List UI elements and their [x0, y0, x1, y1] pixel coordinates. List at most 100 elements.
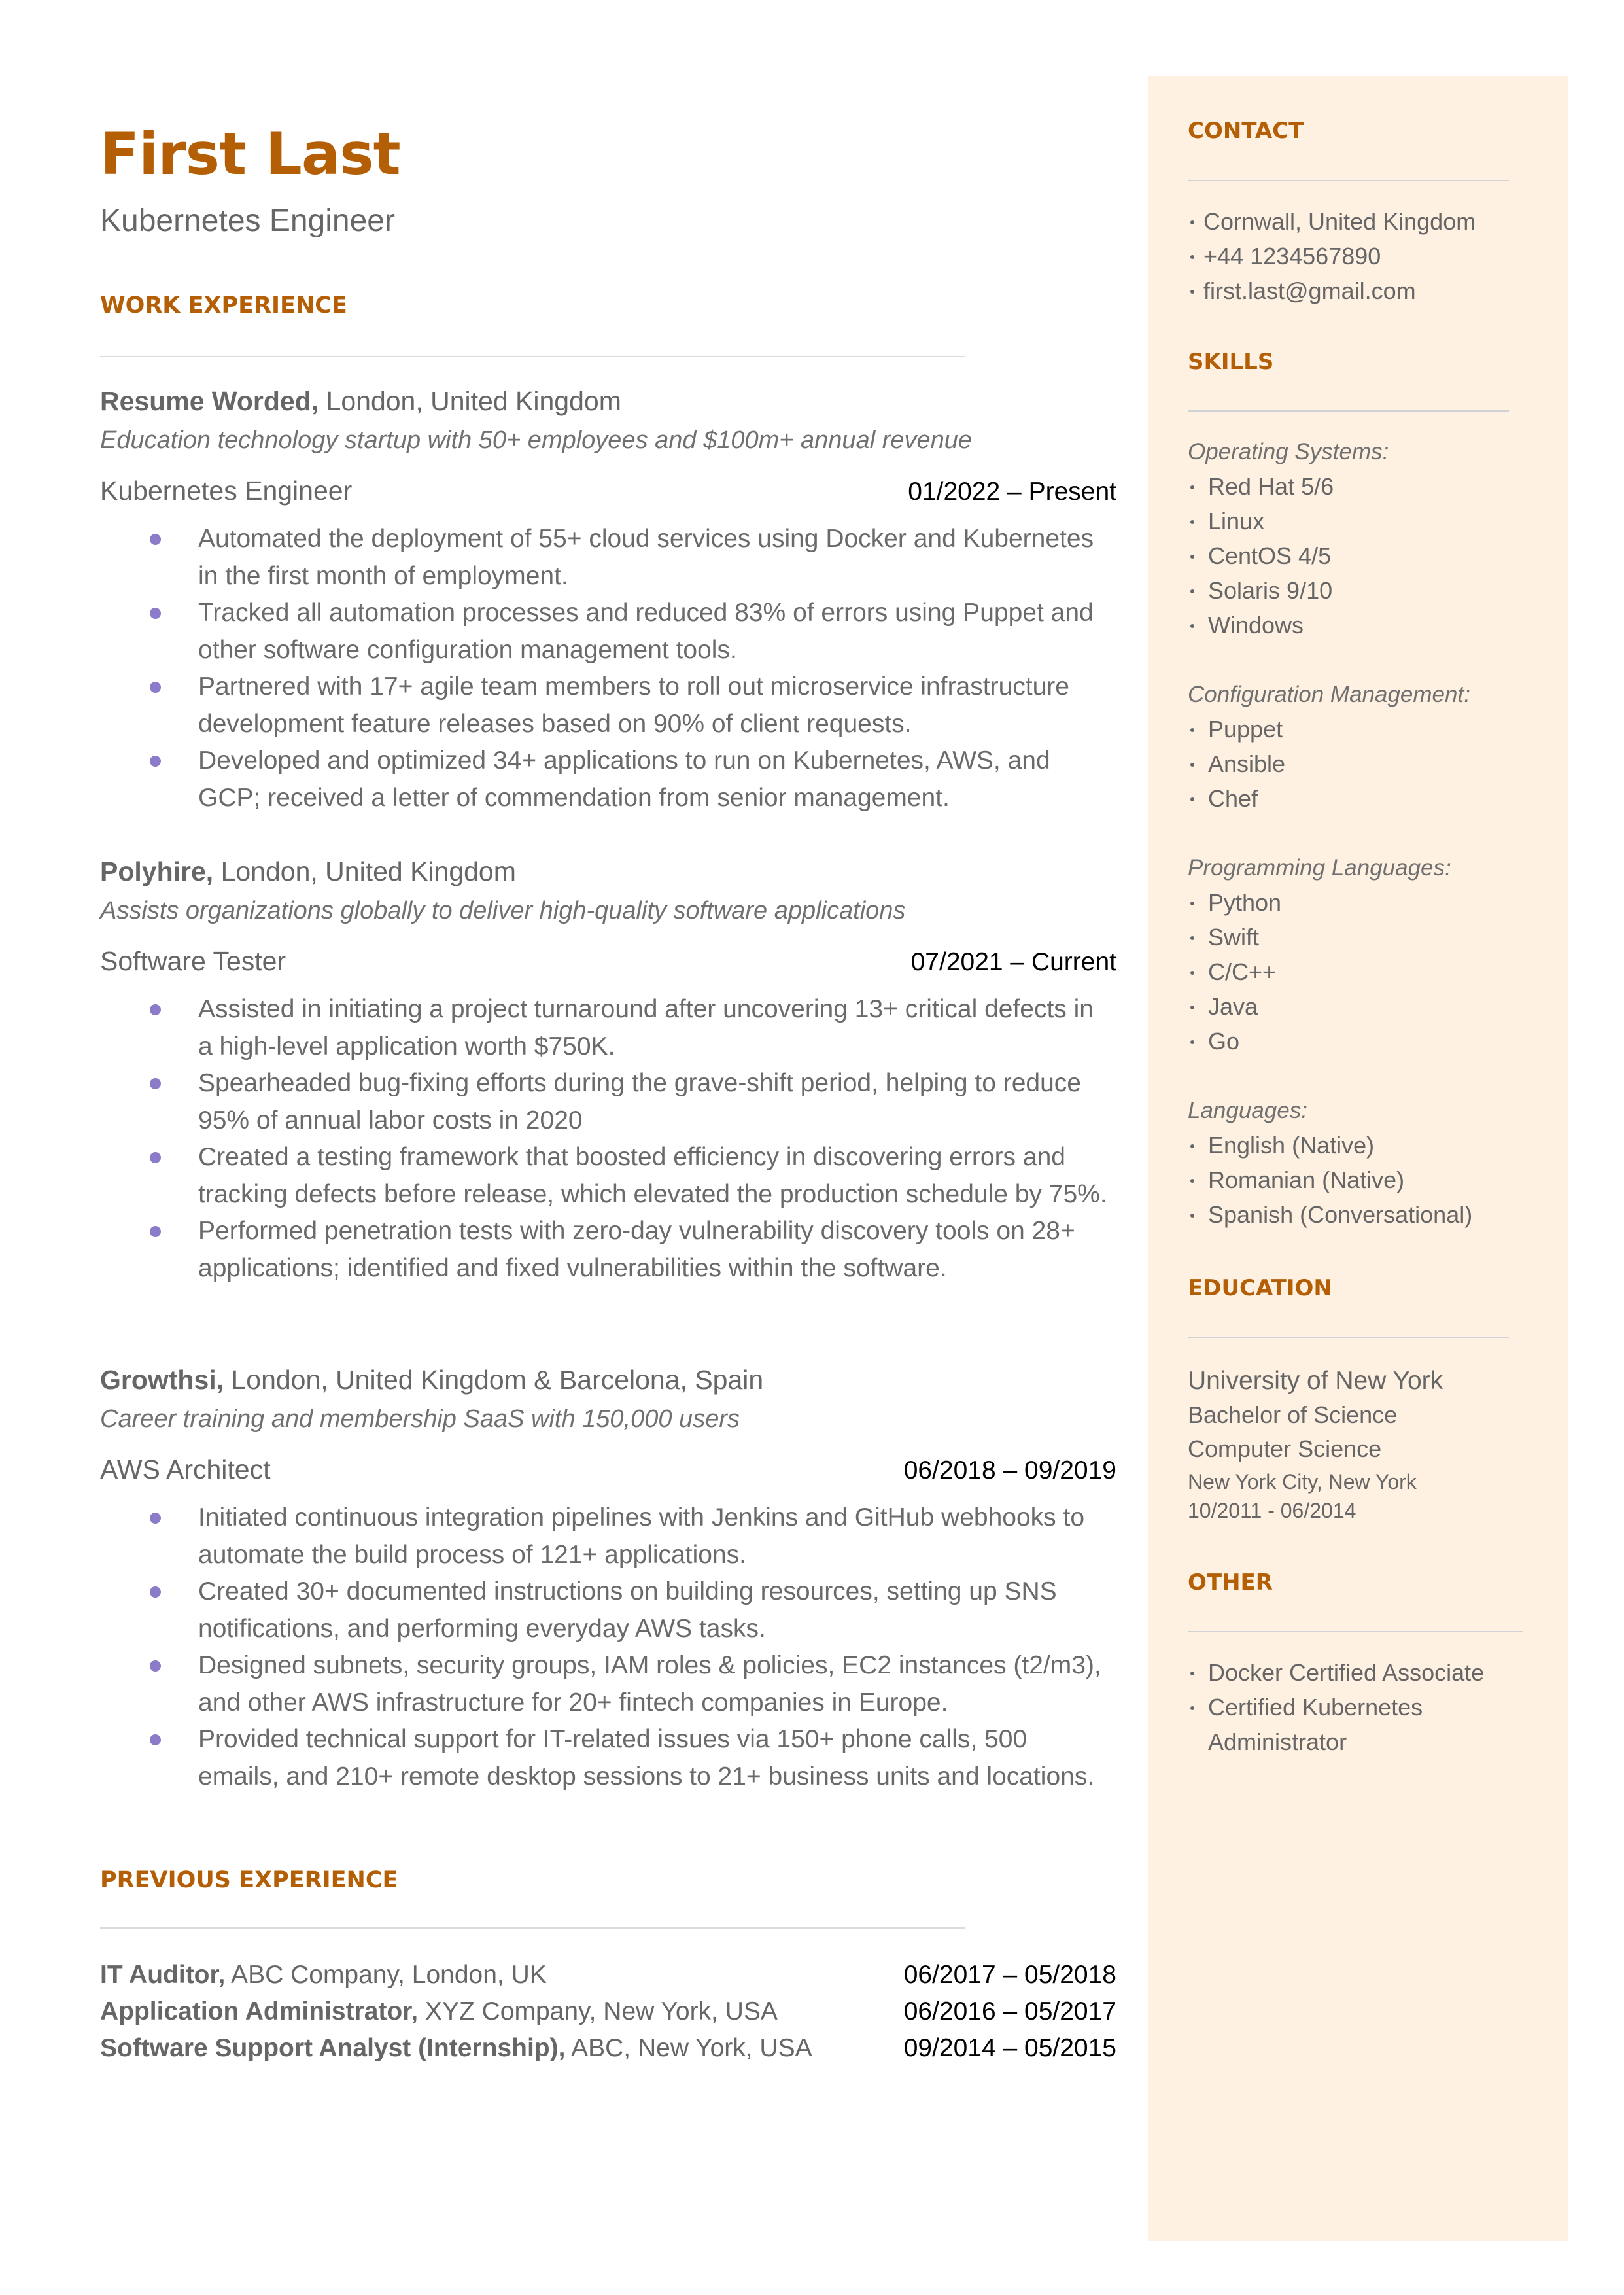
- skill-group: Programming Languages: Python Swift C/C++ Ja…: [1188, 850, 1554, 1059]
- bullet-item: Tracked all automation processes and red…: [100, 595, 1114, 669]
- bullet-item: Created 30+ documented instructions on b…: [100, 1573, 1114, 1647]
- previous-role-row: IT Auditor, ABC Company, London, UK 06/2…: [100, 1957, 1116, 1993]
- bullet-text: Assisted in initiating a project turnaro…: [198, 995, 1094, 1060]
- skill-item: CentOS 4/5: [1188, 538, 1554, 573]
- bullet-dot-icon: [1190, 902, 1194, 905]
- role-row: AWS Architect 06/2018 – 09/2019: [100, 1451, 1116, 1488]
- previous-role: Software Support Analyst (Internship), A…: [100, 2030, 812, 2067]
- education-section: University of New York Bachelor of Scien…: [1188, 1364, 1554, 1526]
- bullet-dot-icon: [1190, 290, 1194, 294]
- contact-location: Cornwall, United Kingdom: [1188, 204, 1554, 239]
- company-location: London, United Kingdom: [213, 856, 516, 886]
- bullet-dot-icon: [150, 682, 161, 693]
- skill-item-text: Solaris 9/10: [1208, 577, 1333, 604]
- other-divider: [1188, 1631, 1523, 1632]
- work-experience-divider: [100, 356, 965, 357]
- bullet-dot-icon: [150, 1660, 161, 1672]
- bullet-item: Spearheaded bug-fixing efforts during th…: [100, 1065, 1114, 1139]
- previous-role-dates: 09/2014 – 05/2015: [903, 2034, 1116, 2062]
- skill-item-text: Linux: [1208, 508, 1265, 534]
- bullet-dot-icon: [1190, 520, 1194, 524]
- previous-experience-divider: [100, 1927, 965, 1929]
- contact-email-link[interactable]: first.last@gmail.com: [1203, 277, 1416, 304]
- company-name: Growthsi,: [100, 1365, 224, 1395]
- company-line: Growthsi, London, United Kingdom & Barce…: [100, 1363, 1116, 1396]
- bullet-dot-icon: [150, 1513, 161, 1524]
- job-role: Kubernetes Engineer: [100, 476, 353, 506]
- bullet-dot-icon: [150, 1078, 161, 1089]
- job-entry: Polyhire, London, United Kingdom Assists…: [100, 855, 1116, 1287]
- education-heading: EDUCATION: [1188, 1275, 1332, 1301]
- bullet-dot-icon: [1190, 797, 1194, 801]
- previous-role-org: XYZ Company, New York, USA: [418, 1997, 778, 2025]
- bullet-dot-icon: [1190, 1214, 1194, 1218]
- skill-item: Romanian (Native): [1188, 1163, 1554, 1197]
- contact-divider: [1188, 180, 1509, 181]
- candidate-name: First Last: [100, 120, 401, 188]
- bullet-dot-icon: [1190, 1179, 1194, 1183]
- contact-heading: CONTACT: [1188, 118, 1304, 144]
- other-item-text: Docker Certified Associate: [1208, 1659, 1485, 1686]
- skill-item: Windows: [1188, 608, 1554, 642]
- bullet-dot-icon: [150, 534, 161, 545]
- previous-role-org: ABC Company, London, UK: [225, 1961, 547, 1989]
- contact-phone[interactable]: +44 1234567890: [1188, 239, 1554, 273]
- company-name: Resume Worded,: [100, 386, 319, 416]
- bullet-text: Automated the deployment of 55+ cloud se…: [198, 525, 1094, 590]
- skill-item: Spanish (Conversational): [1188, 1197, 1554, 1232]
- skill-item: Chef: [1188, 781, 1554, 816]
- bullet-text: Provided technical support for IT-relate…: [198, 1725, 1095, 1791]
- bullet-dot-icon: [1190, 1672, 1194, 1675]
- education-divider: [1188, 1337, 1509, 1338]
- previous-role-title: IT Auditor,: [100, 1961, 226, 1989]
- skill-item: Red Hat 5/6: [1188, 469, 1554, 504]
- skill-group: Operating Systems: Red Hat 5/6 Linux CentOS…: [1188, 434, 1554, 642]
- skill-list: Python Swift C/C++ Java Go: [1188, 885, 1554, 1059]
- skill-item-text: Romanian (Native): [1208, 1166, 1405, 1193]
- bullet-text: Spearheaded bug-fixing efforts during th…: [198, 1069, 1081, 1134]
- company-description: Education technology startup with 50+ em…: [100, 427, 973, 454]
- skill-category: Operating Systems:: [1188, 439, 1389, 464]
- bullet-text: Created 30+ documented instructions on b…: [198, 1577, 1057, 1643]
- company-line: Resume Worded, London, United Kingdom: [100, 385, 1116, 417]
- skill-item: Python: [1188, 885, 1554, 920]
- skill-list: Red Hat 5/6 Linux CentOS 4/5 Solaris 9/10 Wi…: [1188, 469, 1554, 642]
- education-dates: 10/2011 - 06/2014: [1188, 1499, 1356, 1522]
- other-heading: OTHER: [1188, 1569, 1273, 1596]
- skill-item: Puppet: [1188, 712, 1554, 746]
- skill-item-text: Puppet: [1208, 716, 1283, 743]
- job-role: Software Tester: [100, 946, 286, 976]
- company-location: London, United Kingdom & Barcelona, Spai…: [224, 1365, 764, 1395]
- skill-category: Configuration Management:: [1188, 682, 1470, 707]
- other-item: Docker Certified Associate: [1188, 1655, 1502, 1690]
- skill-item-text: C/C++: [1208, 958, 1277, 985]
- bullet-item: Developed and optimized 34+ applications…: [100, 743, 1114, 816]
- bullet-text: Performed penetration tests with zero-da…: [198, 1217, 1075, 1282]
- bullet-dot-icon: [150, 1586, 161, 1598]
- bullet-dot-icon: [150, 1226, 161, 1237]
- education-school: University of New York: [1188, 1367, 1443, 1395]
- skill-item: Linux: [1188, 504, 1554, 538]
- bullet-dot-icon: [1190, 1706, 1194, 1710]
- work-experience-heading: WORK EXPERIENCE: [100, 292, 347, 319]
- previous-role-dates: 06/2017 – 05/2018: [903, 1961, 1116, 1989]
- company-description: Assists organizations globally to delive…: [100, 897, 906, 924]
- previous-role-org: ABC, New York, USA: [565, 2034, 812, 2062]
- job-dates: 06/2018 – 09/2019: [903, 1456, 1116, 1484]
- bullet-dot-icon: [1190, 624, 1194, 628]
- contact-email[interactable]: first.last@gmail.com: [1188, 273, 1554, 308]
- contact-section: Cornwall, United Kingdom +44 1234567890 …: [1188, 204, 1554, 308]
- skill-list: Puppet Ansible Chef: [1188, 712, 1554, 816]
- skill-item-text: Swift: [1208, 924, 1260, 951]
- bullet-dot-icon: [1190, 1144, 1194, 1148]
- job-entry: Growthsi, London, United Kingdom & Barce…: [100, 1363, 1116, 1795]
- job-dates: 07/2021 – Current: [910, 948, 1116, 976]
- skill-item-text: Python: [1208, 889, 1282, 916]
- bullet-dot-icon: [150, 756, 161, 767]
- education-degree: Bachelor of Science: [1188, 1401, 1398, 1428]
- skill-item-text: CentOS 4/5: [1208, 542, 1332, 569]
- company-location: London, United Kingdom: [319, 386, 621, 416]
- skill-item: Solaris 9/10: [1188, 573, 1554, 608]
- skill-item: Go: [1188, 1024, 1554, 1059]
- contact-phone-text[interactable]: +44 1234567890: [1203, 243, 1381, 270]
